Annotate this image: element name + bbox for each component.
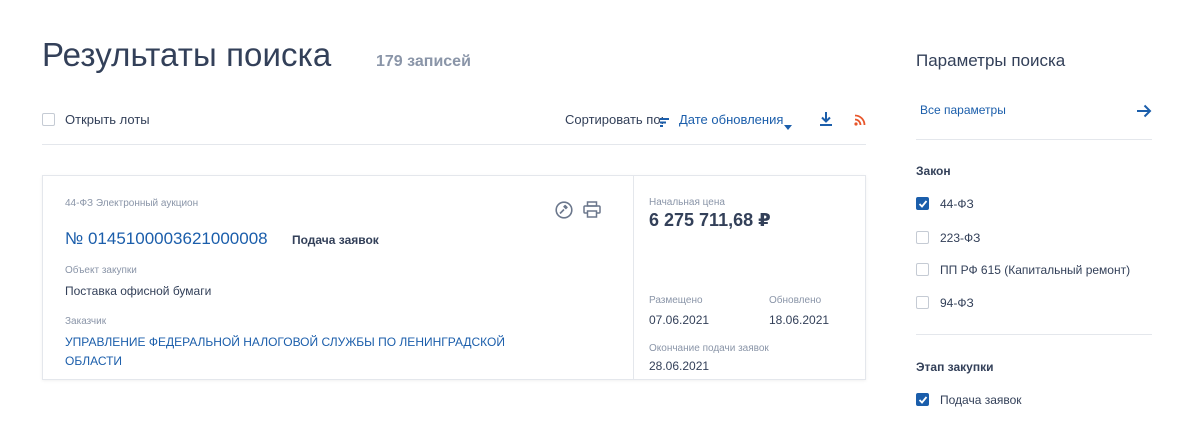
- stage-group-title: Этап закупки: [916, 360, 994, 374]
- stage-applications-checkbox[interactable]: [916, 393, 929, 406]
- procurement-type: 44-ФЗ Электронный аукцион: [65, 198, 199, 209]
- law-94-checkbox[interactable]: [916, 296, 929, 309]
- posted-label: Размещено: [649, 295, 703, 306]
- law-223-label[interactable]: 223-ФЗ: [940, 231, 980, 245]
- divider: [916, 334, 1152, 335]
- law-44-checkbox[interactable]: [916, 197, 929, 210]
- all-params-link[interactable]: Все параметры: [920, 103, 1006, 117]
- results-count: 179 записей: [376, 53, 471, 70]
- updated-value: 18.06.2021: [769, 313, 830, 327]
- sort-label: Сортировать по:: [565, 112, 665, 127]
- law-94-label[interactable]: 94-ФЗ: [940, 296, 974, 310]
- search-params-title: Параметры поиска: [916, 51, 1066, 70]
- law-group-title: Закон: [916, 164, 951, 178]
- law-pp615-label[interactable]: ПП РФ 615 (Капитальный ремонт): [940, 263, 1130, 277]
- open-lots-checkbox[interactable]: [42, 113, 55, 126]
- divider: [916, 139, 1152, 140]
- sort-icon: [660, 114, 670, 132]
- updated-label: Обновлено: [769, 295, 822, 306]
- card-divider: [633, 176, 634, 379]
- customer-label: Заказчик: [65, 316, 107, 327]
- result-card: 44-ФЗ Электронный аукцион № 014510000362…: [42, 175, 866, 380]
- stage-badge: Подача заявок: [292, 233, 379, 247]
- open-lots-label[interactable]: Открыть лоты: [65, 112, 150, 127]
- customer-link[interactable]: УПРАВЛЕНИЕ ФЕДЕРАЛЬНОЙ НАЛОГОВОЙ СЛУЖБЫ …: [65, 333, 505, 371]
- arrow-right-icon[interactable]: [1136, 104, 1152, 123]
- price-value: 6 275 711,68 ₽: [649, 210, 771, 230]
- deadline-label: Окончание подачи заявок: [649, 343, 769, 354]
- rss-icon[interactable]: [854, 113, 866, 131]
- law-pp615-checkbox[interactable]: [916, 263, 929, 276]
- deadline-value: 28.06.2021: [649, 359, 710, 373]
- price-label: Начальная цена: [649, 197, 725, 208]
- object-label: Объект закупки: [65, 265, 137, 276]
- results-toolbar: Открыть лоты Сортировать по: Дате обновл…: [42, 104, 866, 145]
- print-icon[interactable]: [583, 201, 601, 223]
- download-icon[interactable]: [819, 111, 833, 132]
- page-title: Результаты поиска: [42, 36, 332, 73]
- gavel-icon[interactable]: [555, 201, 573, 224]
- sort-dropdown[interactable]: Дате обновления: [679, 112, 783, 127]
- law-44-label[interactable]: 44-ФЗ: [940, 197, 974, 211]
- registry-number-link[interactable]: № 0145100003621000008: [65, 229, 268, 249]
- posted-value: 07.06.2021: [649, 313, 710, 327]
- law-223-checkbox[interactable]: [916, 231, 929, 244]
- stage-applications-label[interactable]: Подача заявок: [940, 393, 1022, 407]
- chevron-down-icon[interactable]: [784, 117, 792, 135]
- object-value: Поставка офисной бумаги: [65, 284, 212, 298]
